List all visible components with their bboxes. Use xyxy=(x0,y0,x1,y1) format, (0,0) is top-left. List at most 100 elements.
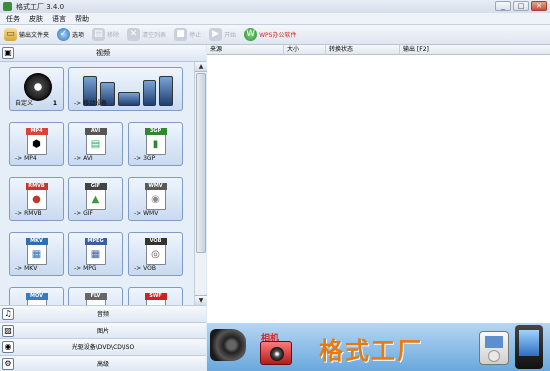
start-button[interactable]: ▶ 开始 xyxy=(209,28,236,41)
tile-gif[interactable]: GIF ▲ -> GIF xyxy=(68,177,123,221)
category-video[interactable]: ▣ 视频 xyxy=(0,45,206,62)
clear-list-button[interactable]: ✕ 清空列表 xyxy=(127,28,166,41)
tile-wmv[interactable]: WMV ◉ -> WMV xyxy=(128,177,183,221)
scroll-thumb[interactable] xyxy=(196,73,206,253)
left-scrollbar[interactable]: ▲ ▼ xyxy=(194,62,207,305)
bottom-categories: ♫ 音频 ▨ 图片 ◉ 光驱设备\DVD\CD\ISO ⚙ 高级 xyxy=(0,305,206,371)
tile-mov[interactable]: MOV xyxy=(9,287,64,305)
options-button[interactable]: ✓ 选项 xyxy=(57,28,84,41)
flv-file-icon: FLV xyxy=(84,293,107,305)
clear-list-label: 清空列表 xyxy=(142,32,167,39)
vob-file-icon: VOB ◎ xyxy=(144,238,167,265)
remove-icon: ▤ xyxy=(92,28,106,41)
tile-label: -> MKV xyxy=(15,265,38,272)
tile-custom[interactable]: 自定义 1 xyxy=(9,67,64,111)
col-size[interactable]: 大小 xyxy=(284,44,326,55)
image-icon: ▨ xyxy=(2,324,14,337)
options-label: 选项 xyxy=(72,32,85,39)
wmv-file-icon: WMV ◉ xyxy=(144,183,167,210)
remove-label: 移除 xyxy=(107,32,120,39)
window-title: 格式工厂 3.4.0 xyxy=(16,2,65,11)
category-audio-label: 音频 xyxy=(96,311,109,319)
tile-avi[interactable]: AVI ▤ -> AVI xyxy=(68,122,123,166)
3gp-file-icon: 3GP ▮ xyxy=(144,128,167,155)
tile-swf[interactable]: SWF xyxy=(128,287,183,305)
options-icon: ✓ xyxy=(57,28,71,41)
stop-label: 停止 xyxy=(189,32,202,39)
menu-help[interactable]: 帮助 xyxy=(75,14,89,24)
banner-title: 格式工厂 xyxy=(319,336,423,365)
promo-banner: 相机 格式工厂 xyxy=(207,323,550,371)
category-image[interactable]: ▨ 图片 xyxy=(0,321,206,338)
music-icon: ♫ xyxy=(2,308,14,320)
task-list[interactable]: 来源 大小 转换状态 输出 [F2] xyxy=(207,44,550,323)
tile-label: -> 3GP xyxy=(134,155,156,162)
tile-label: -> MPG xyxy=(74,265,97,272)
wps-button[interactable]: W WPS办公软件 xyxy=(244,28,296,41)
tile-mp4[interactable]: MP4 ⬢ -> MP4 xyxy=(9,122,64,166)
col-status[interactable]: 转换状态 xyxy=(326,44,400,55)
minimize-button[interactable]: _ xyxy=(495,1,511,11)
scroll-down-arrow[interactable]: ▼ xyxy=(195,295,207,305)
title-bar: 格式工厂 3.4.0 _ □ ✕ xyxy=(0,0,550,13)
tile-label: -> WMV xyxy=(134,210,159,217)
tile-mkv[interactable]: MKV ▦ -> MKV xyxy=(9,232,64,276)
camera-icon xyxy=(260,341,292,365)
menu-language[interactable]: 语言 xyxy=(52,14,66,24)
tile-label: -> VOB xyxy=(134,265,156,272)
swf-file-icon: SWF xyxy=(144,293,167,305)
tile-mpg[interactable]: MPEG ▦ -> MPG xyxy=(68,232,123,276)
mp4-file-icon: MP4 ⬢ xyxy=(25,128,48,155)
wps-icon: W xyxy=(244,28,258,41)
tile-rmvb[interactable]: RMVB ● -> RMVB xyxy=(9,177,64,221)
table-header: 来源 大小 转换状态 输出 [F2] xyxy=(207,44,550,55)
maximize-button[interactable]: □ xyxy=(513,1,529,11)
category-advanced[interactable]: ⚙ 高级 xyxy=(0,354,206,371)
stop-button[interactable]: ■ 停止 xyxy=(174,28,201,41)
tile-badge: 1 xyxy=(52,100,57,107)
clear-icon: ✕ xyxy=(127,28,141,41)
category-disc-label: 光驱设备\DVD\CD\ISO xyxy=(71,344,135,352)
tile-label: -> MP4 xyxy=(15,155,37,162)
tile-label: -> GIF xyxy=(74,210,93,217)
output-folder-label: 输出文件夹 xyxy=(19,32,50,39)
col-output[interactable]: 输出 [F2] xyxy=(400,45,550,55)
close-button[interactable]: ✕ xyxy=(531,1,547,11)
tools-icon: ⚙ xyxy=(2,357,14,370)
menu-skin[interactable]: 皮肤 xyxy=(29,14,43,24)
app-icon xyxy=(3,2,12,11)
start-label: 开始 xyxy=(224,32,237,39)
tile-label: -> 移动设备 xyxy=(74,100,108,107)
disc-icon: ◉ xyxy=(2,341,14,353)
wps-label: WPS办公软件 xyxy=(259,32,297,39)
mpeg-file-icon: MPEG ▦ xyxy=(84,238,107,265)
tile-label: -> AVI xyxy=(74,155,93,162)
tile-vob[interactable]: VOB ◎ -> VOB xyxy=(128,232,183,276)
video-category-icon: ▣ xyxy=(2,47,14,59)
camcorder-icon xyxy=(210,329,246,361)
mov-file-icon: MOV xyxy=(25,293,48,305)
tile-flv[interactable]: FLV xyxy=(68,287,123,305)
scroll-up-arrow[interactable]: ▲ xyxy=(195,62,207,72)
tile-3gp[interactable]: 3GP ▮ -> 3GP xyxy=(128,122,183,166)
category-video-label: 视频 xyxy=(96,49,110,57)
tile-label: 自定义 xyxy=(15,100,34,107)
output-folder-button[interactable]: ▭ 输出文件夹 xyxy=(4,28,49,41)
rmvb-file-icon: RMVB ● xyxy=(25,183,48,210)
menu-bar: 任务 皮肤 语言 帮助 xyxy=(0,13,550,25)
remove-button[interactable]: ▤ 移除 xyxy=(92,28,119,41)
category-image-label: 图片 xyxy=(96,327,109,335)
stop-icon: ■ xyxy=(174,28,188,41)
tile-label: -> RMVB xyxy=(15,210,42,217)
category-audio[interactable]: ♫ 音频 xyxy=(0,305,206,322)
menu-task[interactable]: 任务 xyxy=(6,14,20,24)
left-panel: ▣ 视频 自定义 1 -> 移动设备 MP4 ⬢ -> MP4 AVI ▤ ->… xyxy=(0,45,207,371)
col-source[interactable]: 来源 xyxy=(207,44,284,55)
pda-icon xyxy=(515,325,543,369)
category-disc[interactable]: ◉ 光驱设备\DVD\CD\ISO xyxy=(0,338,206,355)
category-advanced-label: 高级 xyxy=(96,360,109,368)
start-icon: ▶ xyxy=(209,28,223,41)
avi-file-icon: AVI ▤ xyxy=(84,128,107,155)
folder-icon: ▭ xyxy=(4,28,17,41)
tile-mobile-device[interactable]: -> 移动设备 xyxy=(68,67,183,111)
